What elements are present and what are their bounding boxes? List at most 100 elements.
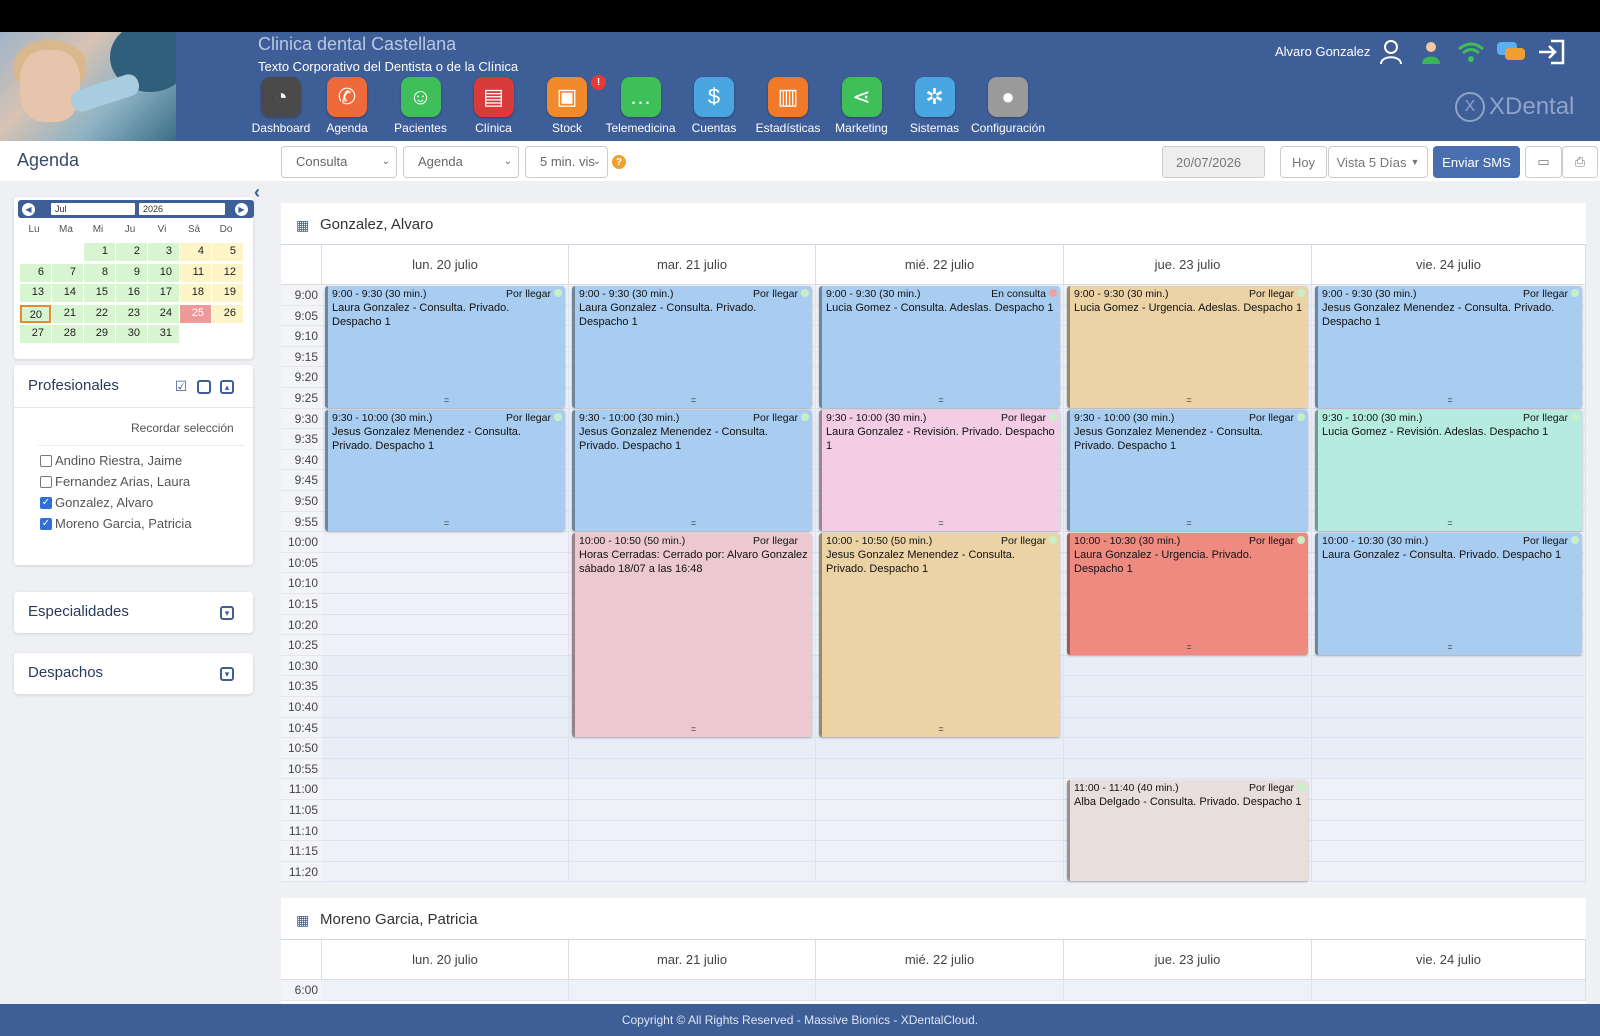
checkbox[interactable]: ✓ bbox=[40, 496, 52, 509]
calendar-day[interactable]: 13 bbox=[20, 284, 51, 302]
time-slot[interactable] bbox=[322, 779, 569, 800]
menu-item-stock[interactable]: ▣! Stock bbox=[530, 75, 606, 141]
next-month-icon[interactable]: ▶ bbox=[235, 203, 248, 216]
user-name[interactable]: Alvaro Gonzalez bbox=[1275, 44, 1370, 59]
time-slot[interactable] bbox=[816, 800, 1064, 821]
menu-item-pacientes[interactable]: ☺ Pacientes bbox=[384, 77, 457, 141]
resize-handle-icon[interactable]: = bbox=[328, 516, 565, 530]
appointment[interactable]: 10:00 - 10:30 (30 min.) Por llegar Laura G… bbox=[1315, 533, 1582, 655]
menu-item-telemedicina[interactable]: … Telemedicina bbox=[604, 77, 677, 141]
appointment[interactable]: 9:30 - 10:00 (30 min.) Por llegar Lucia Go… bbox=[1315, 409, 1582, 532]
resize-handle-icon[interactable]: = bbox=[1318, 640, 1582, 654]
menu-item-clínica[interactable]: ▤ Clínica bbox=[457, 77, 530, 141]
time-slot[interactable] bbox=[1312, 738, 1586, 759]
time-slot[interactable] bbox=[1064, 697, 1312, 718]
calendar-day[interactable]: 5 bbox=[212, 243, 243, 261]
time-slot[interactable] bbox=[569, 758, 816, 780]
time-slot[interactable] bbox=[322, 594, 569, 615]
time-slot[interactable] bbox=[1312, 980, 1586, 1001]
time-slot[interactable] bbox=[322, 676, 569, 697]
resize-handle-icon[interactable]: = bbox=[1070, 640, 1308, 654]
resize-handle-icon[interactable]: = bbox=[1070, 393, 1308, 407]
menu-item-sistemas[interactable]: ✲ Sistemas bbox=[898, 77, 971, 141]
month-select[interactable]: Jul bbox=[50, 202, 136, 216]
time-slot[interactable] bbox=[1064, 655, 1312, 677]
calendar-day[interactable]: 18 bbox=[180, 284, 211, 302]
logout-icon[interactable] bbox=[1535, 36, 1567, 68]
calendar-day[interactable]: 11 bbox=[180, 263, 211, 282]
time-slot[interactable] bbox=[1064, 980, 1312, 1001]
calendar-day[interactable]: 22 bbox=[84, 304, 115, 323]
appointment[interactable]: 9:30 - 10:00 (30 min.) Por llegar Jesus Go… bbox=[325, 409, 565, 532]
calendar-day[interactable]: 24 bbox=[148, 304, 179, 323]
resize-handle-icon[interactable]: = bbox=[1318, 393, 1582, 407]
agenda-select[interactable]: Agenda ⌄ bbox=[403, 146, 519, 178]
messages-icon[interactable] bbox=[1495, 36, 1527, 68]
menu-item-agenda[interactable]: ✆ Agenda bbox=[310, 77, 384, 141]
resize-handle-icon[interactable]: = bbox=[328, 393, 565, 407]
calendar-day[interactable]: 4 bbox=[180, 243, 211, 261]
appointment[interactable]: 9:30 - 10:00 (30 min.) Por llegar Jesus Go… bbox=[572, 409, 812, 532]
time-slot[interactable] bbox=[322, 758, 569, 780]
time-slot[interactable] bbox=[1312, 697, 1586, 718]
appointment[interactable]: 11:00 - 11:40 (40 min.) Por llegar Alba De… bbox=[1067, 780, 1308, 882]
time-slot[interactable] bbox=[816, 758, 1064, 780]
resize-handle-icon[interactable]: = bbox=[822, 722, 1060, 736]
resize-handle-icon[interactable]: = bbox=[1318, 516, 1582, 530]
wifi-icon[interactable] bbox=[1455, 36, 1487, 68]
time-slot[interactable] bbox=[1312, 861, 1586, 883]
time-slot[interactable] bbox=[569, 779, 816, 800]
time-slot[interactable] bbox=[569, 841, 816, 862]
time-slot[interactable] bbox=[1064, 676, 1312, 697]
appointment[interactable]: 10:00 - 10:50 (50 min.) Por llegar Horas C… bbox=[572, 533, 812, 738]
time-slot[interactable] bbox=[322, 655, 569, 677]
time-slot[interactable] bbox=[322, 573, 569, 594]
time-slot[interactable] bbox=[322, 635, 569, 656]
time-slot[interactable] bbox=[1312, 717, 1586, 739]
doctor-icon[interactable] bbox=[1415, 36, 1447, 68]
appointment[interactable]: 9:00 - 9:30 (30 min.) Por llegar Laura Gon… bbox=[325, 286, 565, 408]
uncheck-all-icon[interactable] bbox=[197, 380, 211, 394]
help-icon[interactable]: ? bbox=[612, 155, 626, 169]
consulta-select[interactable]: Consulta ⌄ bbox=[281, 146, 397, 178]
time-slot[interactable] bbox=[1312, 758, 1586, 780]
professional-item[interactable]: Fernandez Arias, Laura bbox=[40, 474, 190, 489]
appointment[interactable]: 10:00 - 10:30 (30 min.) Por llegar Laura G… bbox=[1067, 533, 1308, 655]
time-slot[interactable] bbox=[1312, 676, 1586, 697]
time-slot[interactable] bbox=[322, 532, 569, 553]
calendar-day[interactable]: 12 bbox=[212, 263, 243, 282]
calendar-day[interactable]: 10 bbox=[148, 263, 179, 282]
appointment[interactable]: 9:30 - 10:00 (30 min.) Por llegar Laura Go… bbox=[819, 409, 1060, 532]
time-slot[interactable] bbox=[1312, 820, 1586, 842]
appointment[interactable]: 9:00 - 9:30 (30 min.) Por llegar Laura Gon… bbox=[572, 286, 812, 408]
resize-handle-icon[interactable]: = bbox=[575, 516, 812, 530]
calendar-day[interactable]: 29 bbox=[84, 325, 115, 343]
calendar-day[interactable]: 17 bbox=[148, 284, 179, 302]
expand-panel-icon[interactable]: ▾ bbox=[220, 606, 234, 620]
time-slot[interactable] bbox=[816, 738, 1064, 759]
calendar-day[interactable]: 15 bbox=[84, 284, 115, 302]
professional-item[interactable]: ✓ Gonzalez, Alvaro bbox=[40, 495, 153, 510]
time-slot[interactable] bbox=[1064, 738, 1312, 759]
time-slot[interactable] bbox=[322, 841, 569, 862]
time-slot[interactable] bbox=[816, 820, 1064, 842]
calendar-day[interactable]: 7 bbox=[52, 263, 83, 282]
time-slot[interactable] bbox=[1312, 779, 1586, 800]
time-slot[interactable] bbox=[816, 841, 1064, 862]
menu-item-configuración[interactable]: ● Configuración bbox=[971, 77, 1045, 141]
time-slot[interactable] bbox=[569, 980, 816, 1001]
collapse-sidebar-icon[interactable]: ‹ bbox=[254, 182, 260, 203]
time-slot[interactable] bbox=[1312, 800, 1586, 821]
user-profile-icon[interactable] bbox=[1375, 36, 1407, 68]
time-slot[interactable] bbox=[322, 820, 569, 842]
resize-handle-icon[interactable]: = bbox=[1070, 516, 1308, 530]
checkbox[interactable] bbox=[40, 454, 52, 467]
checkbox[interactable]: ✓ bbox=[40, 517, 52, 530]
time-slot[interactable] bbox=[816, 779, 1064, 800]
date-field[interactable]: 20/07/2026 bbox=[1162, 146, 1265, 178]
calendar-day[interactable]: 27 bbox=[20, 325, 51, 343]
calendar-day[interactable]: 30 bbox=[116, 325, 147, 343]
time-slot[interactable] bbox=[816, 861, 1064, 883]
menu-item-cuentas[interactable]: $ Cuentas bbox=[677, 77, 751, 141]
time-slot[interactable] bbox=[569, 800, 816, 821]
